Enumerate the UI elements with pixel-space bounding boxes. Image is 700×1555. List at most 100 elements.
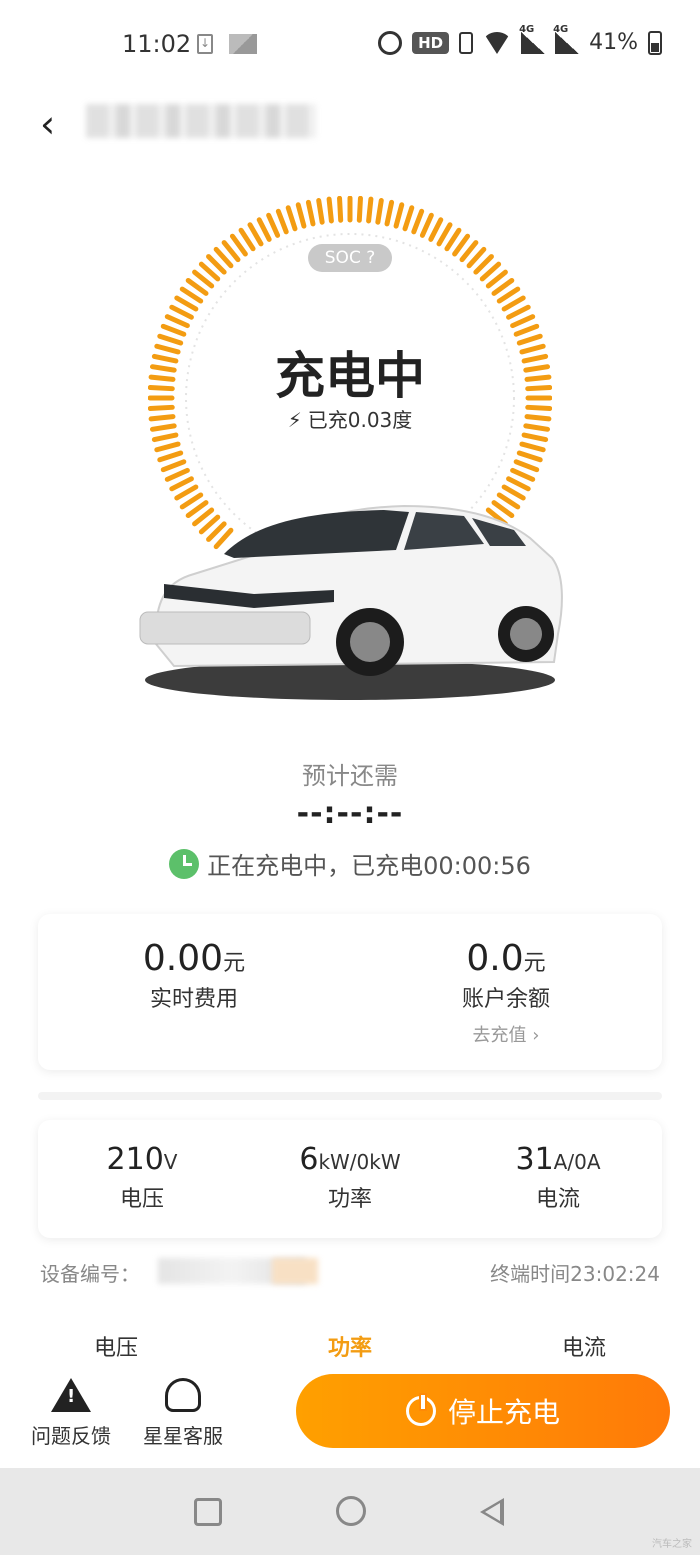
ring-tick: [157, 450, 184, 463]
feedback-label: 问题反馈: [31, 1424, 111, 1448]
ring-tick: [510, 467, 536, 482]
power-unit: kW/0kW: [318, 1150, 401, 1174]
tab-power[interactable]: 功率: [250, 1330, 450, 1360]
current-value: 31: [515, 1142, 554, 1177]
vibrate-icon: [459, 31, 474, 54]
stop-charging-button[interactable]: 停止充电: [296, 1374, 670, 1448]
service-label: 星星客服: [143, 1424, 223, 1448]
charged-amount-row: ⚡ 已充0.03度: [148, 404, 552, 433]
soc-help-badge[interactable]: SOC ?: [308, 244, 392, 272]
topup-link[interactable]: 去充值 ›: [350, 1021, 662, 1047]
clock-icon: [169, 848, 200, 879]
ring-tick: [510, 314, 536, 329]
ring-tick: [519, 441, 546, 453]
status-icons: HD 4G 4G 41%: [378, 24, 662, 55]
download-icon: ↓: [197, 34, 213, 54]
tab-current[interactable]: 电流: [484, 1330, 684, 1360]
power-stat: 6kW/0kW 功率: [246, 1142, 454, 1213]
realtime-fee-label: 实时费用: [149, 987, 238, 1012]
fee-card: 0.00元 实时费用 0.0元 账户余额 去充值 ›: [38, 914, 662, 1070]
customer-service-button[interactable]: 星星客服: [128, 1374, 238, 1449]
realtime-fee-unit: 元: [223, 951, 246, 976]
device-id-label: 设备编号：: [40, 1262, 140, 1286]
image-icon: [229, 34, 257, 54]
headset-icon: [165, 1378, 201, 1412]
status-bar: 11:02 ↓ HD 4G 4G 41%: [0, 0, 700, 90]
ring-tick: [169, 476, 194, 492]
alarm-icon: [378, 30, 403, 55]
ring-tick: [154, 441, 181, 453]
ring-tick: [506, 476, 531, 492]
car-front-rim: [350, 622, 390, 662]
ring-tick: [174, 295, 199, 312]
ring-tick: [151, 432, 179, 443]
back-button[interactable]: ‹: [40, 102, 55, 146]
charged-amount: 已充0.03度: [307, 408, 413, 432]
ring-tick: [516, 450, 543, 463]
car-grille: [139, 611, 311, 645]
ring-tick: [384, 199, 395, 227]
ring-tick: [411, 208, 425, 235]
balance-label: 账户余额: [461, 987, 550, 1012]
ring-tick: [247, 222, 264, 247]
power-label: 功率: [327, 1187, 372, 1212]
car-rear-rim: [510, 618, 542, 650]
ring-tick: [164, 314, 190, 329]
ring-tick: [316, 197, 325, 225]
voltage-unit: V: [163, 1150, 178, 1174]
realtime-fee-value: 0.00: [142, 938, 224, 979]
voltage-value: 210: [106, 1142, 164, 1177]
hd-badge: HD: [412, 31, 450, 54]
bottom-action-bar: 问题反馈 星星客服 停止充电: [0, 1360, 700, 1468]
balance-unit: 元: [523, 951, 546, 976]
car-image: [139, 504, 563, 700]
ring-tick: [164, 467, 190, 482]
ring-tick: [393, 202, 405, 229]
system-nav-bar: [0, 1468, 700, 1555]
estimate-value: --:--:--: [296, 796, 404, 831]
current-stat: 31A/0A 电流: [454, 1142, 662, 1213]
charge-status: 充电中: [275, 347, 425, 405]
stop-label: 停止充电: [447, 1396, 560, 1429]
watermark: 汽车之家: [652, 1539, 692, 1550]
system-back-button[interactable]: [480, 1498, 504, 1526]
ring-tick: [506, 304, 531, 320]
tab-voltage[interactable]: 电压: [16, 1330, 216, 1360]
feedback-button[interactable]: 问题反馈: [16, 1374, 126, 1449]
ring-tick: [256, 217, 272, 242]
ring-tick: [375, 197, 384, 225]
ring-tick: [160, 459, 187, 473]
ring-tick: [169, 304, 194, 320]
ring-tick: [160, 323, 187, 337]
chevron-left-icon: ‹: [40, 102, 56, 146]
ring-tick: [428, 217, 444, 242]
bolt-icon: ⚡: [287, 408, 302, 432]
device-copy-redacted[interactable]: [272, 1258, 318, 1284]
recents-button[interactable]: [194, 1498, 222, 1526]
ring-tick: [419, 212, 434, 238]
ring-tick: [402, 205, 415, 232]
wifi-icon: [483, 31, 512, 54]
electrical-card: 210V 电压 6kW/0kW 功率 31A/0A 电流: [38, 1120, 662, 1238]
ring-tick: [285, 205, 298, 232]
balance-value: 0.0: [466, 938, 524, 979]
ring-tick: [366, 196, 374, 224]
warning-icon: [51, 1378, 91, 1412]
ring-tick: [326, 196, 334, 224]
power-icon: [405, 1393, 436, 1426]
ring-tick: [266, 212, 281, 238]
ring-tick: [521, 432, 549, 443]
ring-tick: [356, 196, 363, 223]
estimate-label: 预计还需: [302, 762, 398, 790]
signal-icon-2: 4G: [553, 24, 580, 54]
ring-tick: [436, 222, 453, 247]
terminal-time: 终端时间23:02:24: [490, 1262, 660, 1286]
page-title-redacted: [86, 104, 316, 138]
ring-tick: [305, 199, 316, 227]
ring-tick: [337, 196, 344, 223]
signal-icon: 4G: [519, 24, 546, 54]
account-balance: 0.0元 账户余额 去充值 ›: [350, 938, 662, 1047]
home-button[interactable]: [336, 1496, 366, 1526]
ring-tick: [238, 227, 256, 252]
voltage-label: 电压: [119, 1187, 164, 1212]
